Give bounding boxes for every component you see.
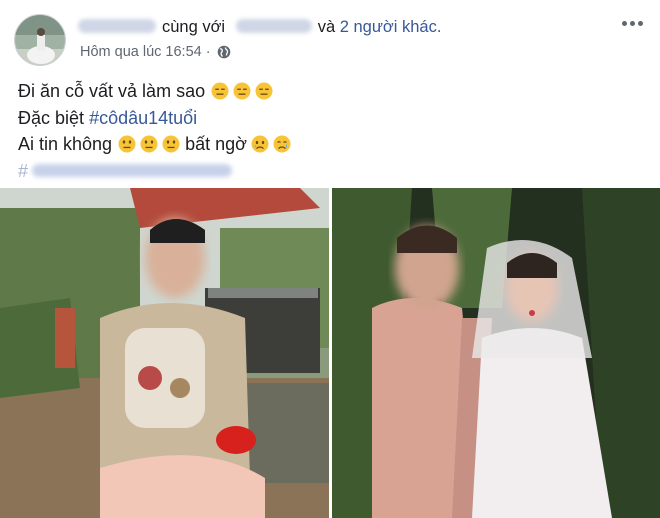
crying-emoji-icon: [273, 135, 291, 153]
sad-emoji-icon: [251, 135, 269, 153]
expressionless-emoji-icon: [233, 82, 251, 100]
neutral-emoji-icon: [162, 135, 180, 153]
message-text: Đặc biệt: [18, 107, 85, 128]
facebook-post-card: cùng với và 2 người khác. Hôm qua lúc 16…: [0, 0, 660, 518]
blurred-tagged-name[interactable]: [235, 19, 312, 34]
hashtag-link[interactable]: #côdâu14tuổi: [89, 105, 197, 132]
message-text: Ai tin không: [18, 134, 113, 154]
blurred-author-name[interactable]: [78, 19, 156, 34]
photo-right[interactable]: [332, 188, 660, 518]
post-timestamp[interactable]: Hôm qua lúc 16:54 ·: [80, 44, 211, 60]
expressionless-emoji-icon: [255, 82, 273, 100]
neutral-emoji-icon: [118, 135, 136, 153]
post-header-line: cùng với và 2 người khác.: [78, 18, 441, 37]
blurred-hashtag-prefix: #: [18, 160, 29, 181]
author-avatar[interactable]: [14, 14, 66, 66]
with-text: cùng với: [162, 18, 226, 36]
expressionless-emoji-icon: [211, 82, 229, 100]
post-meta: Hôm qua lúc 16:54 ·: [80, 44, 231, 60]
more-dots-icon[interactable]: [622, 18, 646, 28]
others-link[interactable]: 2 người khác.: [340, 18, 442, 36]
and-text: và: [317, 18, 336, 36]
message-text: bất ngờ: [185, 134, 247, 154]
message-text: Đi ăn cỗ vất vả làm sao: [18, 81, 206, 101]
message-line-2: Đặc biệt #côdâu14tuổi: [18, 105, 291, 132]
post-message: Đi ăn cỗ vất vả làm sao Đặc biệt #côdâu1…: [18, 78, 291, 184]
message-line-1: Đi ăn cỗ vất vả làm sao: [18, 78, 291, 105]
photo-left[interactable]: [0, 188, 329, 518]
neutral-emoji-icon: [140, 135, 158, 153]
message-line-4: #: [18, 158, 291, 185]
globe-icon[interactable]: [217, 45, 231, 59]
message-line-3: Ai tin không bất ngờ: [18, 131, 291, 158]
blurred-hashtag[interactable]: [32, 164, 233, 178]
